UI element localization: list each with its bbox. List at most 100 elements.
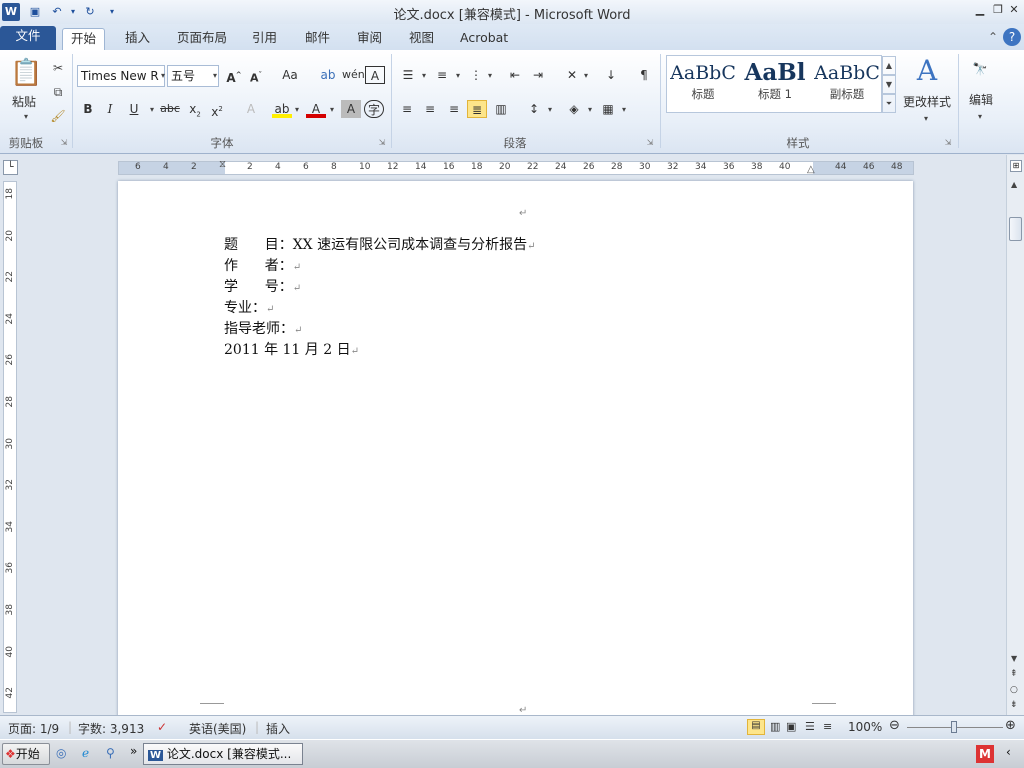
paste-dropdown-icon[interactable]: ▾ (16, 108, 36, 126)
font-name-combo[interactable]: Times New R (77, 65, 165, 87)
grow-font-icon[interactable]: A^ (224, 66, 244, 85)
help-icon[interactable]: ? (1003, 28, 1021, 46)
scroll-up-icon[interactable]: ▲ (1011, 180, 1017, 189)
underline-icon[interactable]: U (124, 100, 144, 118)
tray-expand-icon[interactable]: ‹ (1006, 745, 1011, 759)
justify-icon[interactable]: ≣ (467, 100, 487, 118)
change-case-icon[interactable]: Aa (280, 66, 300, 84)
page-count[interactable]: 页面: 1/9 (8, 720, 59, 737)
strikethrough-icon[interactable]: abc (160, 100, 180, 118)
character-shading-icon[interactable]: A (341, 100, 361, 118)
insert-mode[interactable]: 插入 (266, 720, 290, 737)
bold-icon[interactable]: B (78, 100, 98, 118)
shading-dropdown-icon[interactable]: ▾ (580, 101, 600, 119)
draft-icon[interactable]: ≡ (823, 720, 832, 733)
paragraph-launcher-icon[interactable]: ⇲ (640, 134, 660, 152)
superscript-icon[interactable]: x2 (207, 100, 227, 119)
styles-scroll-down-icon[interactable]: ▼ (882, 75, 896, 94)
cut-icon[interactable]: ✂ (48, 59, 68, 77)
taskbar-word-task[interactable]: W 论文.docx [兼容模式... (143, 743, 303, 765)
tab-selector-icon[interactable]: └ (3, 160, 18, 175)
enclose-characters-icon[interactable]: 字 (364, 100, 384, 118)
minimize-icon[interactable]: ▁ (972, 3, 988, 17)
full-screen-reading-icon[interactable]: ▥ (770, 720, 780, 733)
outline-icon[interactable]: ☰ (805, 720, 815, 733)
proofing-icon[interactable]: ✓ (157, 720, 167, 734)
binoculars-icon[interactable]: 🔭 (968, 60, 992, 78)
change-styles-dropdown-icon[interactable]: ▾ (916, 110, 936, 128)
styles-scroll-up-icon[interactable]: ▲ (882, 56, 896, 75)
web-layout-icon[interactable]: ▣ (786, 720, 796, 733)
first-line-indent-icon[interactable]: ⧖ (219, 159, 226, 170)
next-page-icon[interactable]: ⇟ (1010, 700, 1018, 710)
styles-more-icon[interactable]: ⏷ (882, 94, 896, 113)
vertical-scrollbar[interactable]: ⊞ ▲ ▼ ⇞ ○ ⇟ (1006, 155, 1024, 715)
style-heading-1[interactable]: AaBl 标题 1 (739, 62, 811, 102)
collapse-ribbon-icon[interactable]: ⌃ (983, 28, 1003, 46)
increase-indent-icon[interactable]: ⇥ (528, 66, 548, 84)
tab-mailings[interactable]: 邮件 (297, 28, 338, 50)
start-button[interactable]: ❖开始 (2, 743, 50, 765)
view-ruler-icon[interactable]: ⊞ (1010, 160, 1022, 172)
shrink-font-icon[interactable]: Aˇ (246, 66, 266, 85)
tab-home[interactable]: 开始 (62, 28, 106, 50)
zoom-in-icon[interactable]: ⊕ (1005, 718, 1016, 733)
styles-launcher-icon[interactable]: ⇲ (938, 134, 958, 152)
chinese-layout-dropdown-icon[interactable]: ▾ (576, 67, 596, 85)
underline-dropdown-icon[interactable]: ▾ (142, 101, 162, 119)
zoom-level[interactable]: 100% (848, 720, 882, 734)
select-browse-object-icon[interactable]: ○ (1010, 685, 1018, 695)
horizontal-ruler[interactable]: 6 4 2 2 4 6 8 10 12 14 16 18 20 22 24 26 28 30 32 34 36 38 40 4… (118, 159, 914, 175)
sort-icon[interactable]: ↓ (601, 66, 621, 84)
quicklaunch-more-icon[interactable]: » (130, 744, 137, 758)
style-title[interactable]: AaBbC 标题 (667, 62, 739, 102)
tab-view[interactable]: 视图 (401, 28, 442, 50)
font-color-dropdown-icon[interactable]: ▾ (322, 101, 342, 119)
tab-file[interactable]: 文件 (0, 26, 56, 50)
format-painter-icon[interactable]: 🖌 (48, 107, 68, 125)
zoom-out-icon[interactable]: ⊖ (889, 718, 900, 733)
tab-review[interactable]: 审阅 (349, 28, 390, 50)
line-spacing-dropdown-icon[interactable]: ▾ (540, 101, 560, 119)
change-styles-button[interactable]: 更改样式 (898, 92, 956, 110)
zoom-slider-thumb[interactable] (951, 721, 957, 733)
print-layout-icon[interactable]: ▤ (747, 719, 765, 735)
close-icon[interactable]: ✕ (1006, 3, 1022, 17)
tab-acrobat[interactable]: Acrobat (452, 28, 516, 50)
clear-formatting-icon[interactable]: ab (318, 66, 338, 84)
right-indent-icon[interactable]: △ (807, 164, 815, 175)
italic-icon[interactable]: I (100, 100, 120, 118)
restore-icon[interactable]: ❐ (990, 3, 1006, 17)
paste-icon[interactable]: 📋 (10, 56, 42, 90)
align-center-icon[interactable]: ≡ (420, 100, 440, 118)
tab-references[interactable]: 引用 (244, 28, 285, 50)
copy-icon[interactable]: ⧉ (48, 83, 68, 101)
bullets-dropdown-icon[interactable]: ▾ (414, 67, 434, 85)
text-effects-icon[interactable]: A (241, 100, 261, 118)
ie-icon[interactable]: ℯ (82, 746, 89, 760)
language-indicator[interactable]: 英语(美国) (189, 720, 246, 737)
subscript-icon[interactable]: x2 (185, 100, 205, 118)
align-right-icon[interactable]: ≡ (444, 100, 464, 118)
editing-button[interactable]: 编辑 (962, 90, 1000, 108)
clipboard-launcher-icon[interactable]: ⇲ (54, 134, 74, 152)
phonetic-guide-icon[interactable]: wén (342, 66, 365, 84)
show-marks-icon[interactable]: ¶ (634, 66, 654, 84)
scroll-thumb[interactable] (1009, 217, 1022, 241)
character-border-icon[interactable]: A (365, 66, 385, 84)
multilevel-dropdown-icon[interactable]: ▾ (480, 67, 500, 85)
previous-page-icon[interactable]: ⇞ (1010, 669, 1018, 679)
numbering-dropdown-icon[interactable]: ▾ (448, 67, 468, 85)
highlight-dropdown-icon[interactable]: ▾ (287, 101, 307, 119)
vertical-ruler[interactable]: 18 20 22 24 26 28 30 32 34 36 38 40 42 (3, 181, 17, 713)
style-subtitle[interactable]: AaBbC 副标题 (811, 62, 883, 102)
scroll-down-icon[interactable]: ▼ (1011, 654, 1017, 663)
align-left-icon[interactable]: ≡ (397, 100, 417, 118)
word-count[interactable]: 字数: 3,913 (78, 720, 144, 737)
editing-dropdown-icon[interactable]: ▾ (970, 108, 990, 126)
font-size-dropdown-icon[interactable]: ▾ (205, 67, 225, 85)
change-styles-icon[interactable]: A (910, 56, 944, 86)
tray-app-icon[interactable]: M (976, 745, 994, 763)
tab-page-layout[interactable]: 页面布局 (169, 28, 235, 50)
decrease-indent-icon[interactable]: ⇤ (505, 66, 525, 84)
